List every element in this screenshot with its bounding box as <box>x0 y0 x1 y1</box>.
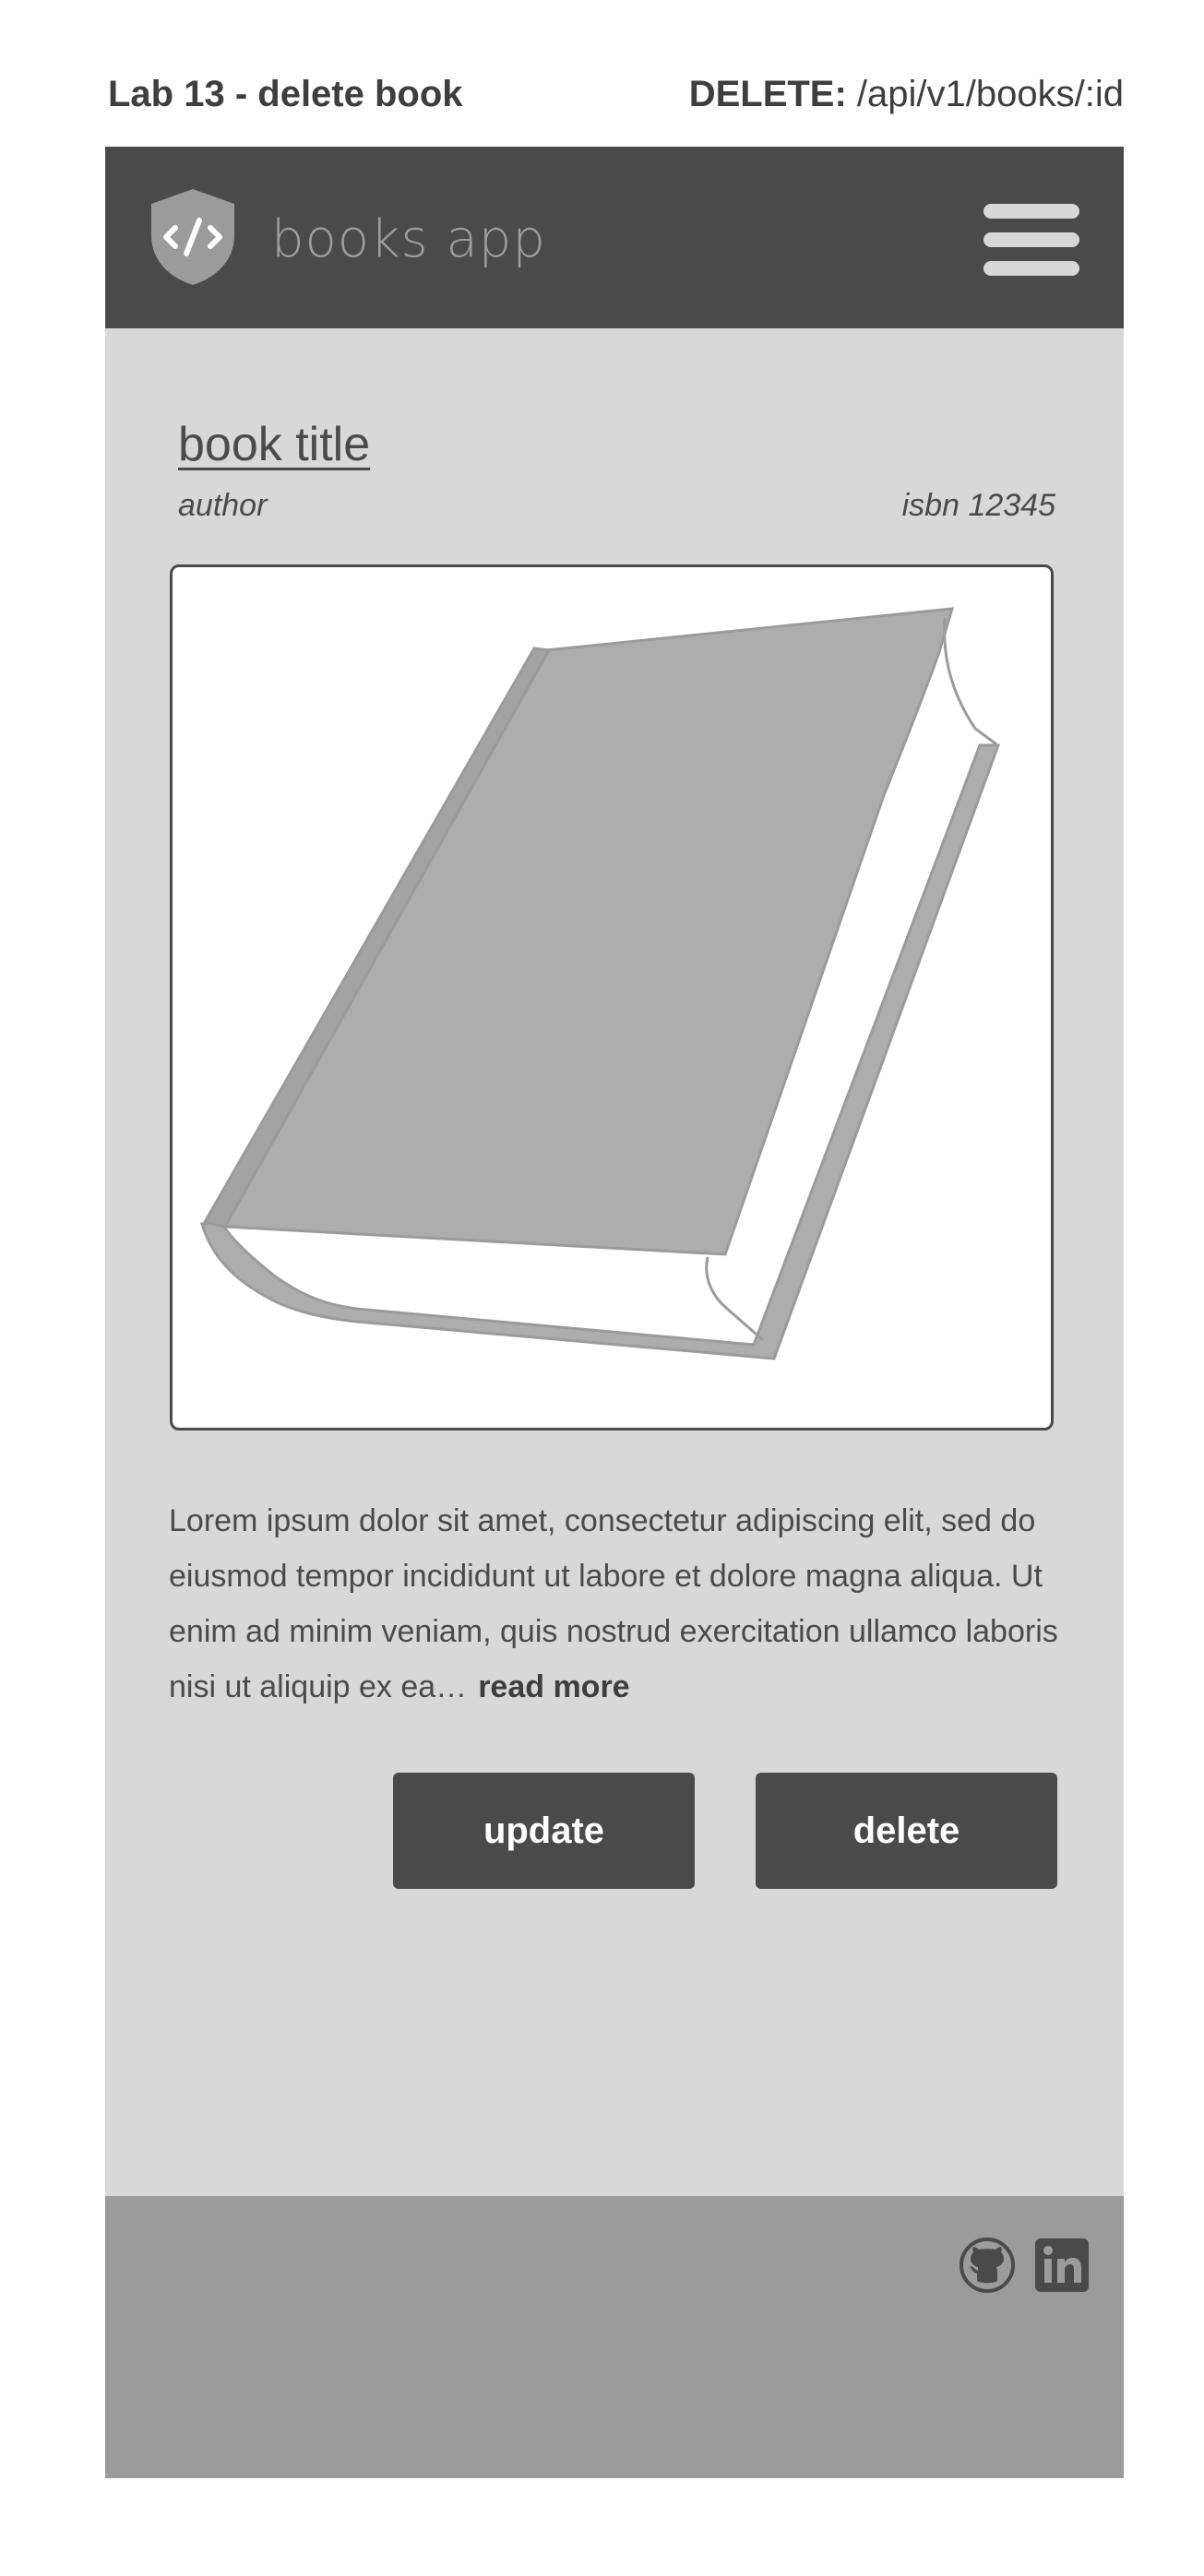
app-frame: books app book title author isbn 12345 L… <box>105 147 1124 2478</box>
app-name: books app <box>271 209 546 269</box>
linkedin-icon[interactable] <box>1035 2238 1089 2292</box>
lab-title: Lab 13 - delete book <box>108 73 463 114</box>
book-isbn: isbn 12345 <box>901 488 1055 523</box>
endpoint-path: /api/v1/books/:id <box>846 73 1124 114</box>
book-author: author <box>178 488 268 523</box>
book-icon <box>200 607 1001 1360</box>
shield-code-icon[interactable] <box>148 187 238 287</box>
book-description: Lorem ipsum dolor sit amet, consectetur … <box>169 1493 1060 1715</box>
update-button[interactable]: update <box>393 1773 695 1889</box>
delete-button[interactable]: delete <box>756 1773 1057 1889</box>
read-more-link[interactable]: read more <box>478 1669 629 1704</box>
page-caption: Lab 13 - delete book DELETE: /api/v1/boo… <box>108 66 1124 122</box>
endpoint-label: DELETE: /api/v1/books/:id <box>689 74 1124 115</box>
github-icon[interactable] <box>959 2237 1016 2294</box>
book-cover-image <box>170 564 1054 1430</box>
app-header: books app <box>105 147 1124 328</box>
http-method: DELETE: <box>688 73 847 114</box>
hamburger-menu-icon[interactable] <box>983 204 1079 276</box>
app-footer <box>105 2196 1124 2478</box>
book-title[interactable]: book title <box>178 417 370 472</box>
